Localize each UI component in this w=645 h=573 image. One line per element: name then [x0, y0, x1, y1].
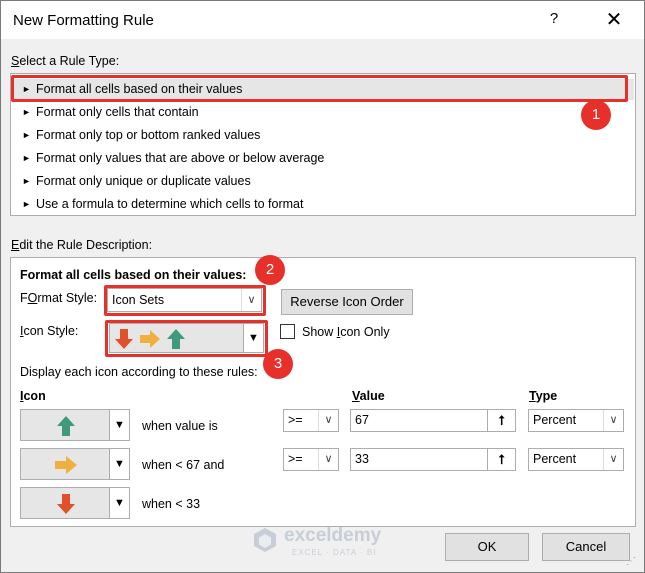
pointer-icon: ►: [22, 199, 31, 209]
condition-row-1: when value is: [142, 419, 218, 433]
operator-select-row-2[interactable]: >= ∨: [283, 448, 339, 471]
callout-badge-1: 1: [581, 100, 611, 130]
value-input-row-1[interactable]: 67 ⭡: [350, 409, 516, 432]
format-style-label: FOrmat Style:: [20, 291, 98, 305]
rule-type-item-formula[interactable]: ► Use a formula to determine which cells …: [12, 194, 634, 215]
rule-type-item-top-bottom[interactable]: ► Format only top or bottom ranked values: [12, 125, 634, 146]
callout-badge-2: 2: [255, 255, 285, 285]
close-button[interactable]: ✕: [601, 7, 627, 33]
show-icon-only-checkbox[interactable]: [280, 324, 295, 339]
exceldemy-watermark: exceldemy EXCEL · DATA · BI: [252, 523, 402, 559]
dropdown-arrow-icon: ▼: [109, 449, 129, 479]
pointer-icon: ►: [22, 176, 31, 186]
ok-button[interactable]: OK: [445, 533, 529, 561]
icon-column-header: Icon: [20, 389, 46, 403]
new-formatting-rule-dialog: New Formatting Rule ? ✕ Select a Rule Ty…: [0, 0, 645, 573]
help-button[interactable]: ?: [541, 10, 567, 32]
icon-select-row-1[interactable]: ▼: [20, 409, 130, 441]
rule-type-item-above-below-average[interactable]: ► Format only values that are above or be…: [12, 148, 634, 169]
highlight-box-icon-style: [105, 320, 268, 357]
cancel-button[interactable]: Cancel: [542, 533, 630, 561]
cell-reference-icon[interactable]: ⭡: [487, 410, 515, 431]
chevron-down-icon: ∨: [318, 410, 338, 431]
condition-row-3: when < 33: [142, 497, 201, 511]
pointer-icon: ►: [22, 107, 31, 117]
cell-reference-icon[interactable]: ⭡: [487, 449, 515, 470]
highlight-box-rule-type: [11, 75, 628, 102]
pointer-icon: ►: [22, 130, 31, 140]
exceldemy-logo-icon: [254, 528, 276, 552]
reverse-icon-order-button[interactable]: Reverse Icon Order: [281, 289, 413, 315]
rules-caption: Display each icon according to these rul…: [20, 365, 258, 379]
yellow-right-arrow-icon: [55, 456, 77, 474]
icon-style-label: Icon Style:: [20, 324, 79, 338]
rule-description-label: Edit the Rule Description:: [11, 238, 153, 252]
rule-type-item-cells-contain[interactable]: ► Format only cells that contain: [12, 102, 634, 123]
icon-select-row-3[interactable]: ▼: [20, 487, 130, 519]
rule-type-item-unique-duplicate[interactable]: ► Format only unique or duplicate values: [12, 171, 634, 192]
type-select-row-2[interactable]: Percent ∨: [528, 448, 624, 471]
value-column-header: Value: [352, 389, 385, 403]
rule-type-label: Select a Rule Type:: [11, 54, 120, 68]
condition-row-2: when < 67 and: [142, 458, 225, 472]
callout-badge-3: 3: [263, 349, 293, 379]
pointer-icon: ►: [22, 153, 31, 163]
value-input-row-2[interactable]: 33 ⭡: [350, 448, 516, 471]
highlight-box-format-style: [104, 285, 266, 316]
chevron-down-icon: ∨: [603, 410, 623, 431]
dialog-title: New Formatting Rule: [13, 12, 154, 29]
show-icon-only-label: Show Icon Only: [302, 325, 390, 339]
green-up-arrow-icon: [57, 416, 75, 436]
red-down-arrow-icon: [57, 494, 75, 514]
chevron-down-icon: ∨: [318, 449, 338, 470]
chevron-down-icon: ∨: [603, 449, 623, 470]
type-select-row-1[interactable]: Percent ∨: [528, 409, 624, 432]
resize-grip-icon[interactable]: ⋰: [626, 556, 636, 567]
operator-select-row-1[interactable]: >= ∨: [283, 409, 339, 432]
icon-select-row-2[interactable]: ▼: [20, 448, 130, 480]
dropdown-arrow-icon: ▼: [109, 488, 129, 518]
type-column-header: Type: [529, 389, 558, 403]
dropdown-arrow-icon: ▼: [109, 410, 129, 440]
description-heading: Format all cells based on their values:: [20, 268, 247, 282]
title-bar: New Formatting Rule ? ✕: [1, 1, 644, 39]
